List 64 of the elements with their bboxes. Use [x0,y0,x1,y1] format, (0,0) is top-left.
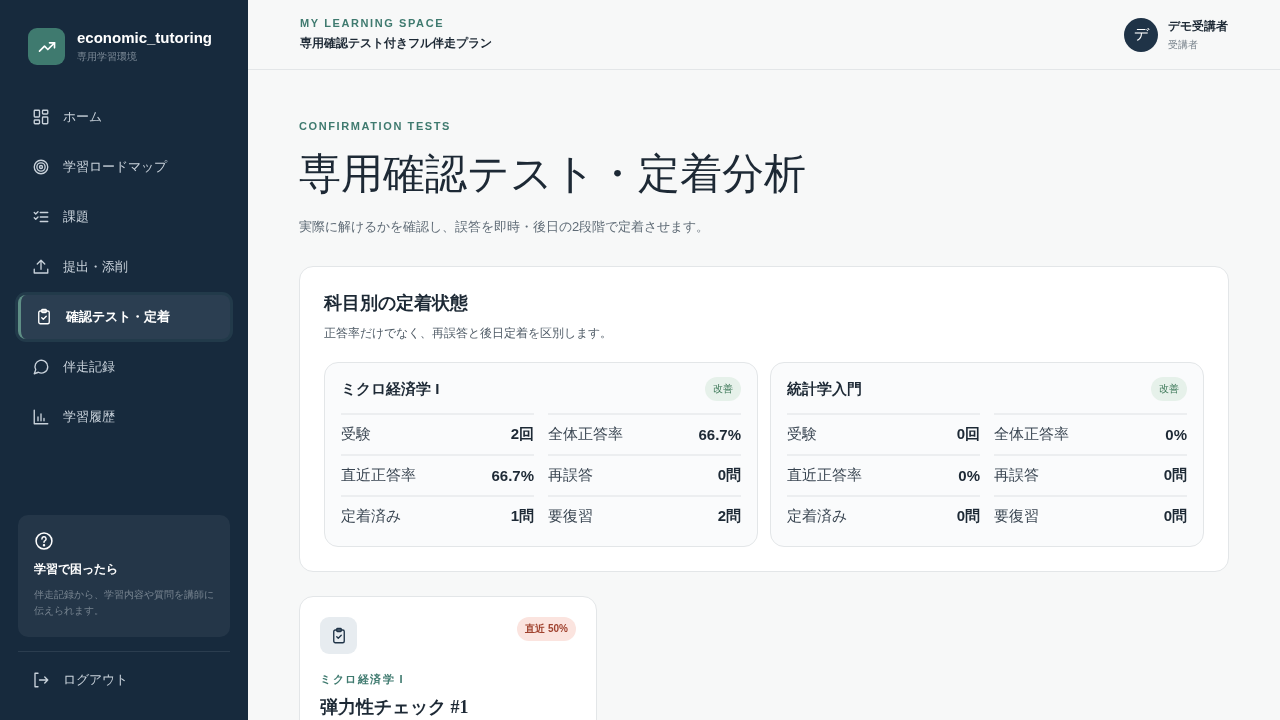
logout-button[interactable]: ログアウト [18,658,230,702]
panel-title: 科目別の定着状態 [324,292,469,315]
nav-item[interactable]: 伴走記録 [18,345,230,389]
clipboard-check-icon [320,617,357,654]
stat-label: 受験 [341,425,371,444]
logout-icon [32,671,50,689]
stat-value: 1問 [510,507,534,526]
stat-value: 66.7% [491,467,534,484]
stat-value: 0回 [956,425,980,444]
avatar[interactable]: デ [1124,17,1158,52]
page-title: 専用確認テスト・定着分析 [299,150,807,199]
stat-value: 0% [1165,426,1187,443]
nav-item[interactable]: 課題 [18,195,230,239]
brand-subtitle: 専用学習環境 [77,50,138,64]
stat-value: 0問 [1163,507,1187,526]
speech-bubble-icon [32,358,50,376]
target-icon [32,158,50,176]
test-card[interactable]: 直近 50% ミクロ経済学 I 弾力性チェック #1 [299,596,597,720]
status-badge: 改善 [1151,377,1187,401]
stat-label: 全体正答率 [994,425,1069,444]
stat-value: 2問 [717,507,741,526]
bar-chart-icon [32,408,50,426]
help-title: 学習で困ったら [34,561,119,578]
user-role: 受講者 [1168,37,1199,52]
page-eyebrow: CONFIRMATION TESTS [299,120,453,132]
trend-up-icon [28,28,65,65]
user-name: デモ受講者 [1168,17,1228,35]
help-icon [34,531,54,551]
upload-icon [32,258,50,276]
nav-item[interactable]: 学習ロードマップ [18,145,230,189]
page-description: 実際に解けるかを確認し、誤答を即時・後日の2段階で定着させます。 [299,218,711,236]
test-title: 弾力性チェック #1 [320,696,470,719]
nav-item[interactable]: ホーム [18,95,230,139]
header-eyebrow: MY LEARNING SPACE [300,17,446,29]
stat-label: 定着済み [341,507,401,526]
stat-value: 0問 [717,466,741,485]
status-badge: 改善 [705,377,741,401]
panel-subtitle: 正答率だけでなく、再誤答と後日定着を区別します。 [324,325,613,342]
test-subject: ミクロ経済学 I [320,672,406,687]
subject-name: ミクロ経済学 I [341,379,440,399]
stat-label: 全体正答率 [548,425,623,444]
stat-label: 再誤答 [994,466,1039,485]
stat-value: 0% [958,467,980,484]
stat-label: 再誤答 [548,466,593,485]
nav-item[interactable]: 学習履歴 [18,395,230,439]
clipboard-check-icon [35,308,53,326]
stat-label: 要復習 [994,507,1039,526]
stat-value: 2回 [510,425,534,444]
stat-value: 0問 [956,507,980,526]
stat-value: 66.7% [698,426,741,443]
score-badge: 直近 50% [517,617,576,641]
stat-label: 直近正答率 [341,466,416,485]
nav-item[interactable]: 提出・添削 [18,245,230,289]
stat-value: 0問 [1163,466,1187,485]
subject-name: 統計学入門 [787,379,862,399]
stat-label: 直近正答率 [787,466,862,485]
grid-icon [32,108,50,126]
nav-item[interactable]: 確認テスト・定着 [18,295,230,339]
stat-label: 要復習 [548,507,593,526]
help-text: 伴走記録から、学習内容や質問を講師に伝えられます。 [34,588,214,618]
stat-label: 定着済み [787,507,847,526]
plan-name: 専用確認テスト付きフル伴走プラン [300,35,492,52]
brand-name: economic_tutoring [77,29,212,46]
stat-label: 受験 [787,425,817,444]
